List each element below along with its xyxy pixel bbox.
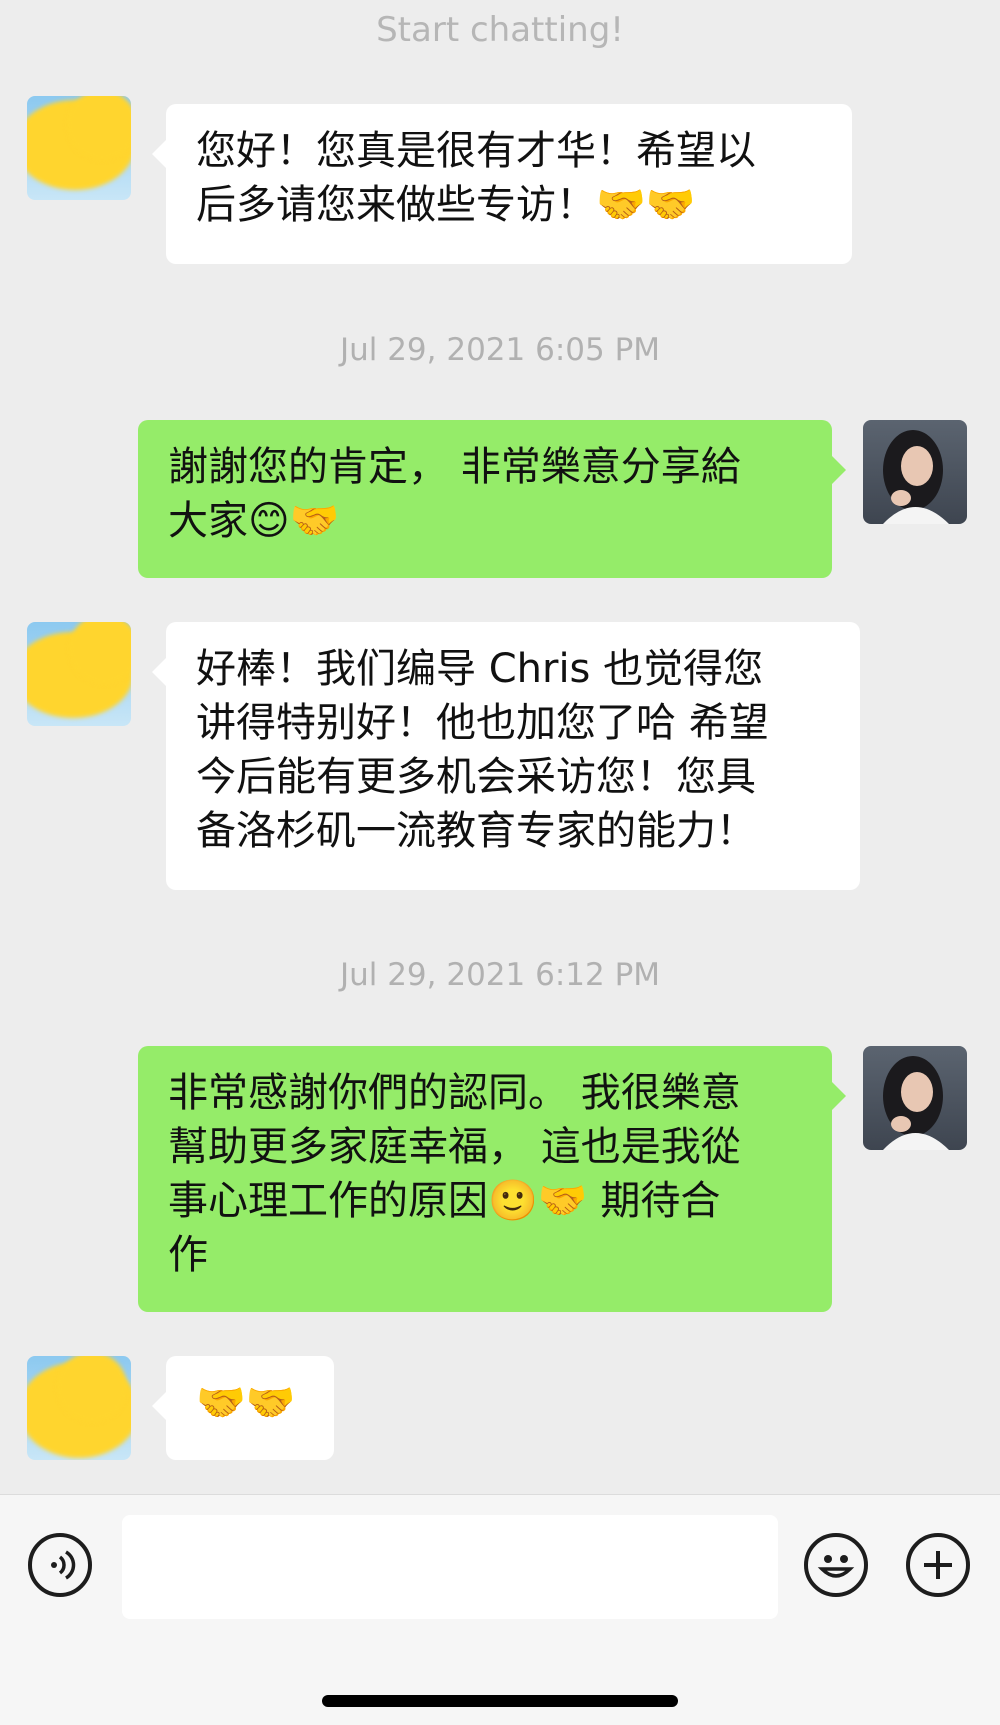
user-avatar[interactable] [863,420,967,524]
contact-avatar[interactable] [27,1356,131,1460]
contact-avatar[interactable] [27,622,131,726]
emoji-button[interactable] [804,1533,868,1597]
plus-icon [924,1551,952,1579]
message-bubble[interactable]: 🤝🤝 [152,1356,334,1460]
message-timestamp: Jul 29, 2021 6:12 PM [339,957,661,993]
voice-icon [51,1550,76,1580]
user-photo [883,1056,949,1150]
message-bubble[interactable]: 好棒！我们编导 Chris 也觉得您 讲得特别好！他也加您了哈 希望 今后能有更… [152,622,860,890]
message-timestamp: Jul 29, 2021 6:05 PM [339,332,661,368]
message-bubble[interactable]: 非常感謝你們的認同。 我很樂意 幫助更多家庭幸福， 這也是我從 事心理工作的原因… [138,1046,846,1312]
message-input[interactable] [122,1515,778,1619]
user-avatar[interactable] [863,1046,967,1150]
chat-input-bar [0,1494,1000,1725]
message-bubble[interactable]: 您好！您真是很有才华！希望以 后多请您来做些专访！🤝🤝 [152,104,852,264]
contact-avatar[interactable] [27,96,131,200]
message-bubble[interactable]: 謝謝您的肯定， 非常樂意分享給 大家😊🤝 [138,420,846,578]
start-chatting-label: Start chatting! [376,10,624,50]
home-indicator [322,1695,678,1707]
voice-button[interactable] [28,1533,92,1597]
user-photo [883,430,949,524]
emoji-icon [817,1555,855,1578]
add-button[interactable] [906,1533,970,1597]
